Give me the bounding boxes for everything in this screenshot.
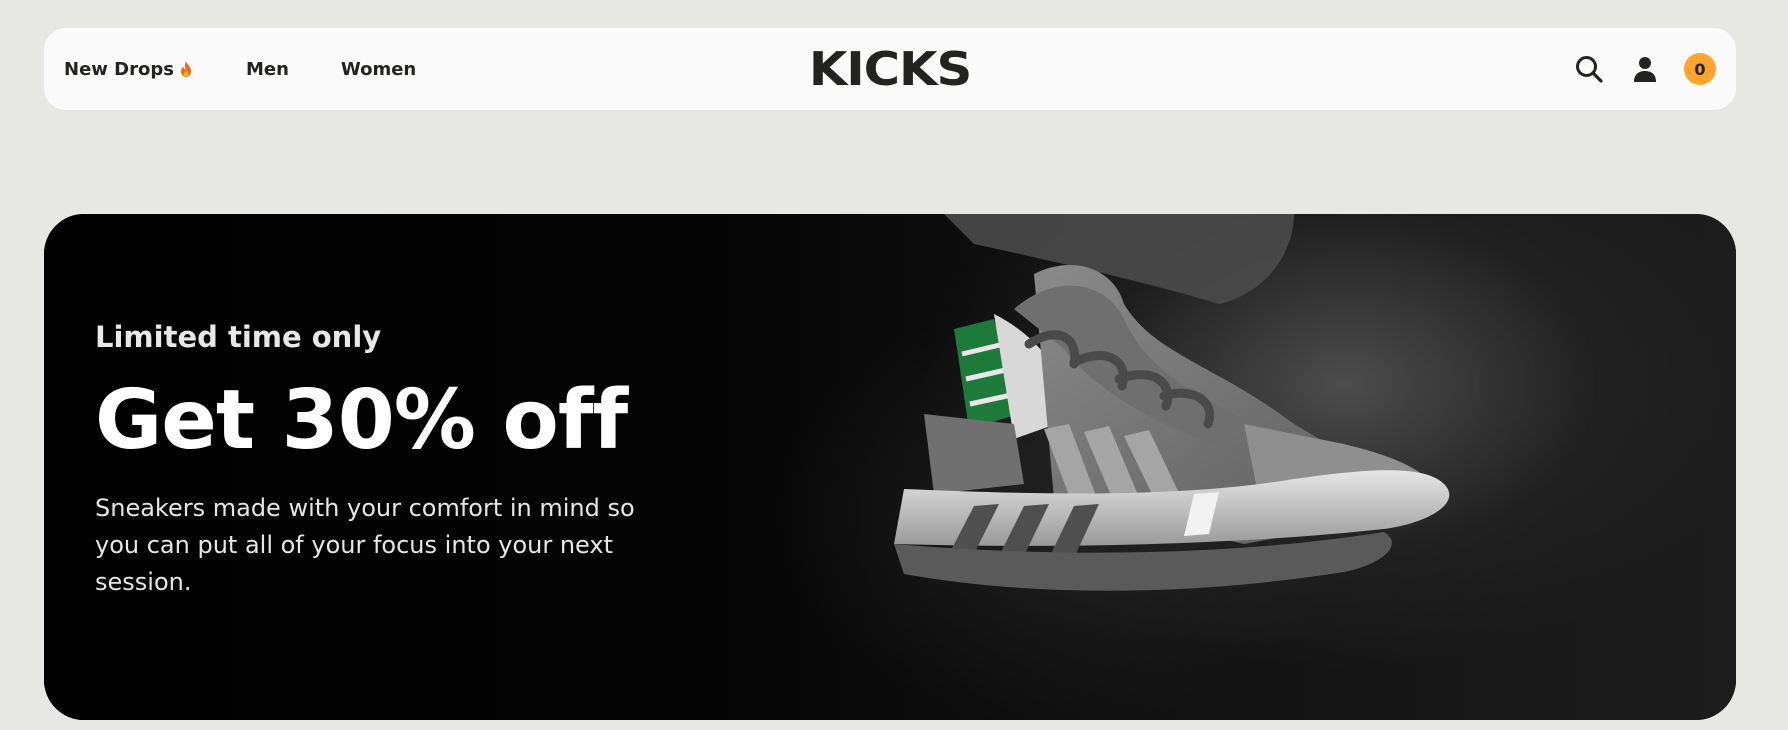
hero-copy: Limited time only Get 30% off Sneakers m… <box>95 320 655 601</box>
cart-count-badge[interactable]: 0 <box>1684 53 1716 85</box>
sneaker-image <box>894 214 1450 591</box>
hero-subcopy: Sneakers made with your comfort in mind … <box>95 494 635 596</box>
search-icon <box>1576 56 1603 83</box>
nav-link-label: New Drops <box>64 58 174 80</box>
nav-link-label: Women <box>340 58 417 80</box>
account-button[interactable] <box>1628 52 1662 86</box>
user-icon <box>1634 57 1656 82</box>
top-navbar: New Drops Men Women KICKS 0 <box>44 28 1736 110</box>
nav-link-men[interactable]: Men <box>246 59 289 80</box>
brand-logo-text: KICKS <box>808 42 972 96</box>
nav-link-label: Men <box>245 58 289 80</box>
brand-logo[interactable]: KICKS <box>809 42 972 96</box>
fire-icon <box>180 61 191 77</box>
hero-headline: Get 30% off <box>95 373 628 468</box>
search-button[interactable] <box>1572 52 1606 86</box>
hero-eyebrow: Limited time only <box>95 320 382 354</box>
nav-link-new-drops[interactable]: New Drops <box>64 59 194 80</box>
primary-nav: New Drops Men Women <box>64 59 416 80</box>
nav-link-women[interactable]: Women <box>341 59 416 80</box>
cart-count: 0 <box>1694 59 1706 79</box>
hero-banner[interactable]: Limited time only Get 30% off Sneakers m… <box>44 214 1736 720</box>
nav-actions: 0 <box>1572 52 1716 86</box>
